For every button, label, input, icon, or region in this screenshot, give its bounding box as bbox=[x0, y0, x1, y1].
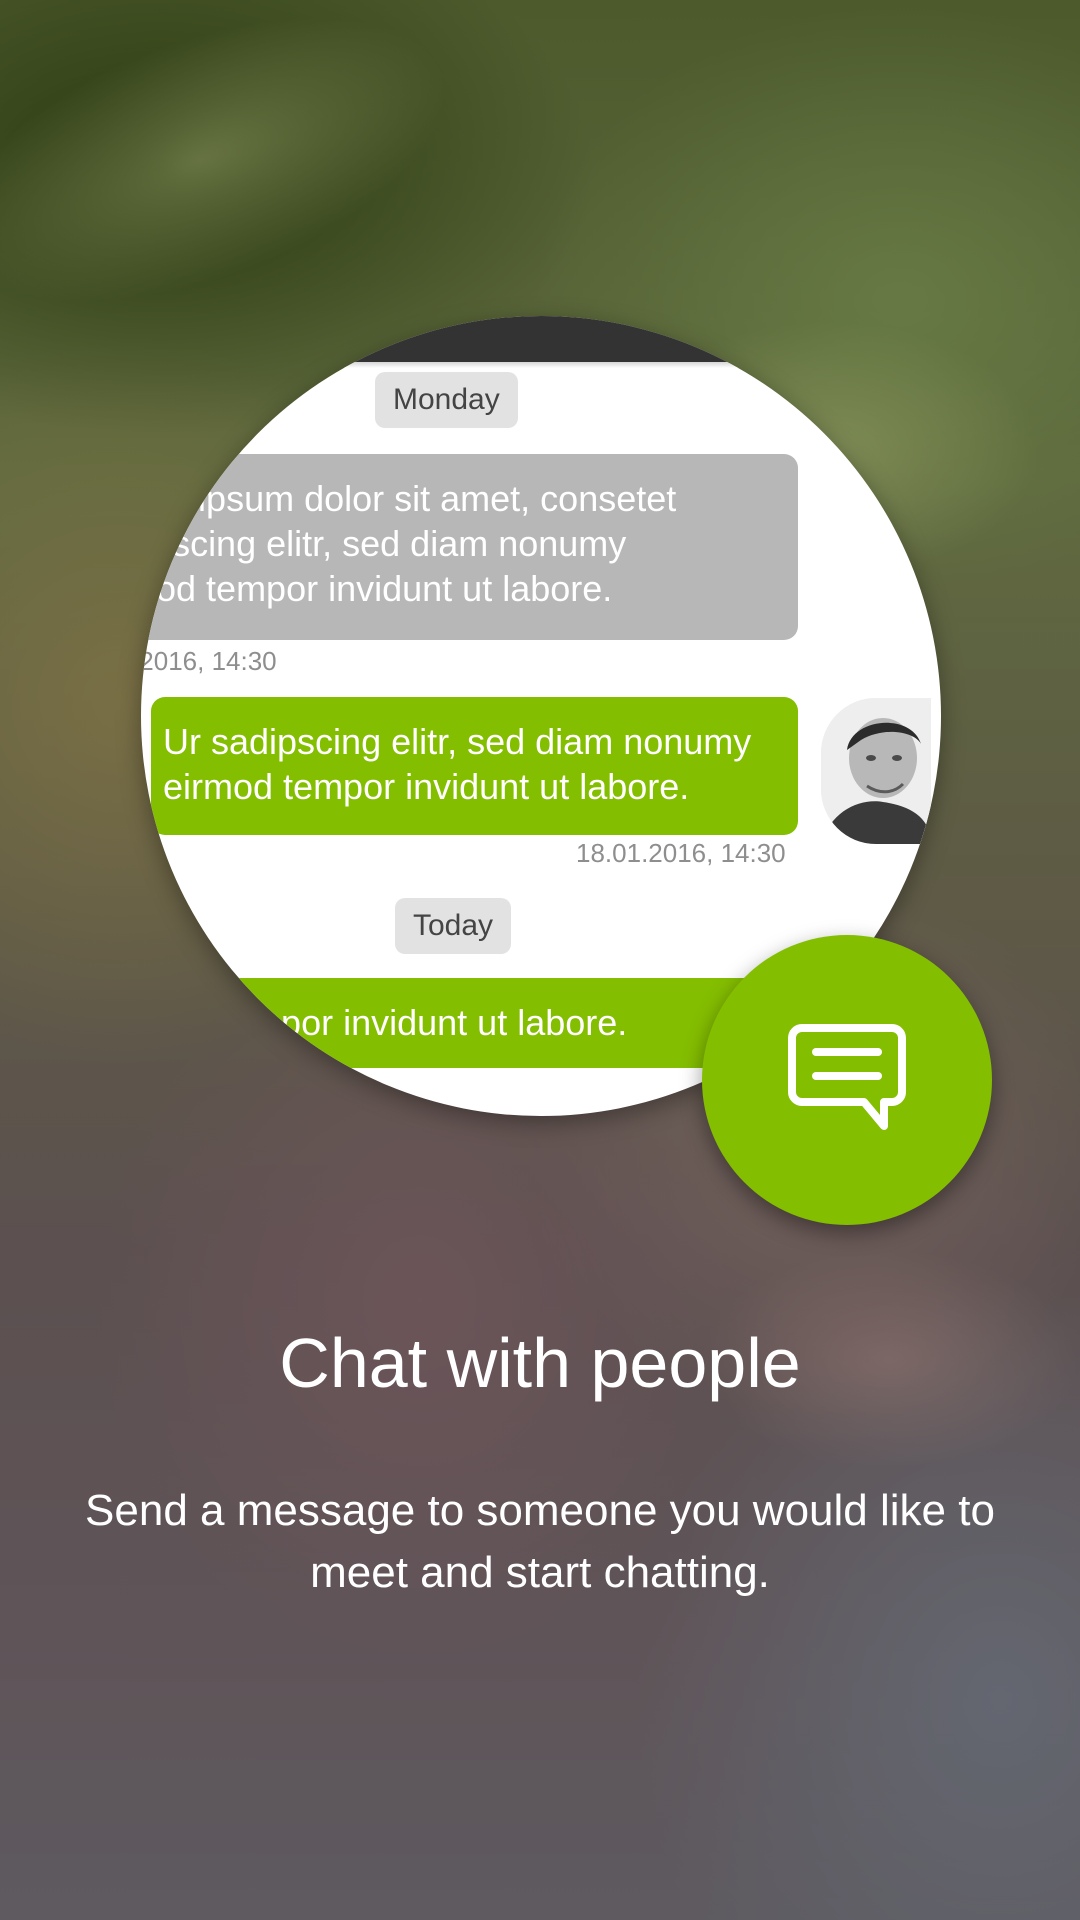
message-line: eirmod tempor invidunt ut labore. bbox=[141, 568, 613, 609]
chat-fab-button[interactable] bbox=[702, 935, 992, 1225]
onboarding-title: Chat with people bbox=[279, 1324, 801, 1402]
date-separator-today: Today bbox=[395, 898, 512, 954]
onboarding-screen: Monday Lorem ipsum dolor sit amet, conse… bbox=[0, 0, 1080, 1920]
status-bar bbox=[141, 316, 941, 362]
message-timestamp: 18.01.2016, 14:30 bbox=[141, 646, 277, 676]
message-line: Ur sadipscing elitr, sed diam nonumy bbox=[163, 721, 752, 762]
avatar[interactable] bbox=[821, 698, 931, 844]
received-message-bubble: Lorem ipsum dolor sit amet, consetet sad… bbox=[141, 454, 798, 640]
status-bar-shadow bbox=[141, 362, 941, 368]
date-separator-monday: Monday bbox=[375, 372, 518, 428]
background-blur bbox=[0, 0, 486, 362]
today-message-bubble: eirmod tempor invidunt ut labore. bbox=[141, 978, 801, 1068]
message-timestamp: 18.01.2016, 14:30 bbox=[576, 838, 786, 868]
chat-bubble-icon bbox=[788, 1022, 906, 1139]
message-line: eirmod tempor invidunt ut labore. bbox=[141, 1002, 628, 1043]
message-line: eirmod tempor invidunt ut labore. bbox=[163, 766, 690, 807]
sent-message-bubble: Ur sadipscing elitr, sed diam nonumy eir… bbox=[151, 697, 798, 835]
onboarding-description: Send a message to someone you would like… bbox=[85, 1486, 995, 1597]
avatar-photo bbox=[821, 698, 931, 844]
message-line: Lorem ipsum dolor sit amet, consetet bbox=[141, 478, 677, 519]
message-line: sadipscing elitr, sed diam nonumy bbox=[141, 523, 627, 564]
